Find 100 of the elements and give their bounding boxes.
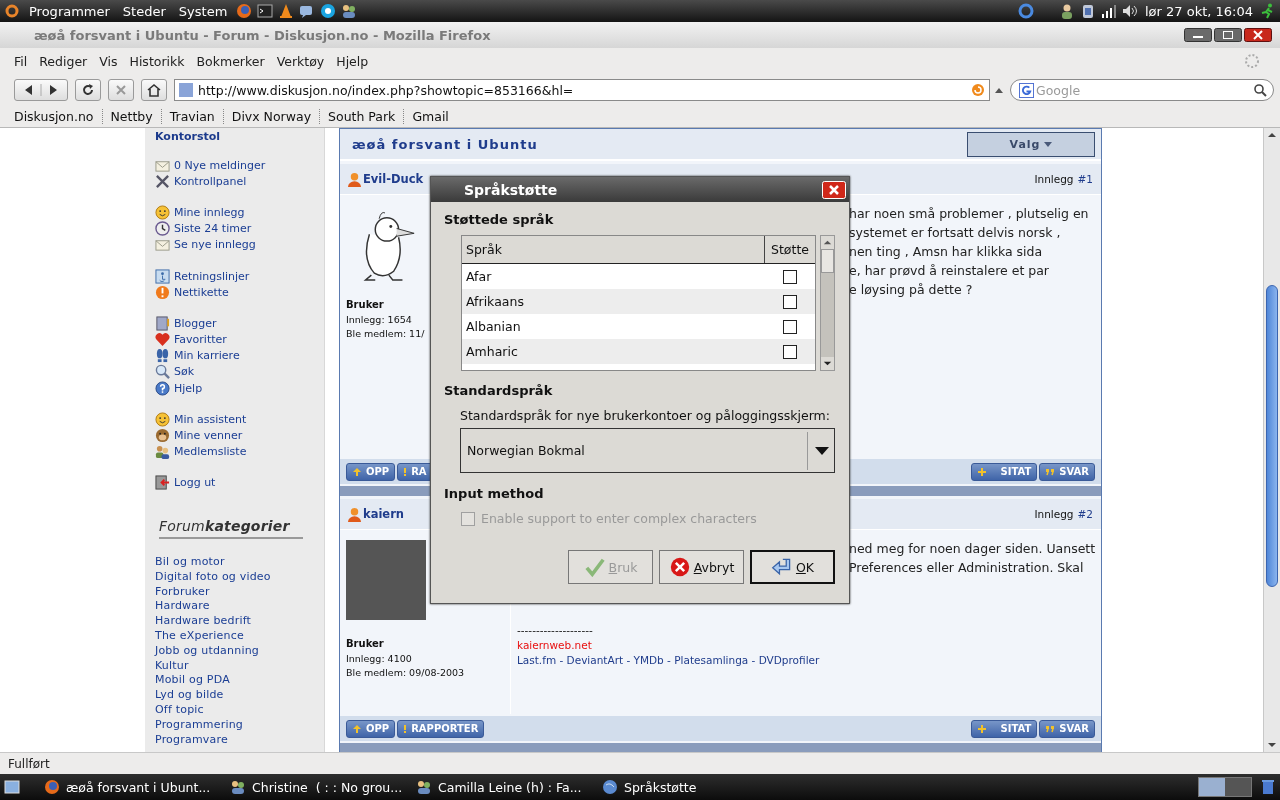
category-link[interactable]: Jobb og utdanning	[155, 643, 324, 659]
column-header[interactable]: Språk	[462, 236, 765, 263]
minimize-button[interactable]	[1184, 28, 1212, 42]
desktop-icon[interactable]	[4, 779, 20, 795]
category-link[interactable]: Kultur	[155, 658, 324, 674]
sidebar-link[interactable]: Blogger	[174, 316, 217, 330]
terminal-icon[interactable]	[257, 3, 274, 19]
post-number-link[interactable]: #2	[1077, 508, 1093, 520]
trash-icon[interactable]	[1260, 779, 1276, 795]
menu-item[interactable]: Hjelp	[330, 53, 375, 69]
scroll-down-icon[interactable]	[821, 357, 834, 370]
close-button[interactable]	[1244, 28, 1272, 42]
taskbar-item[interactable]: æøå forsvant i Ubunt...	[40, 776, 222, 798]
search-icon[interactable]	[1253, 83, 1267, 97]
category-link[interactable]: Programmering	[155, 717, 324, 733]
menu-item[interactable]: Rediger	[33, 53, 94, 69]
post-action-button[interactable]: SITAT	[971, 719, 1038, 738]
column-header[interactable]: Støtte	[765, 236, 815, 263]
sidebar-link[interactable]: Hjelp	[174, 381, 203, 395]
ok-button[interactable]: OK	[750, 550, 835, 584]
category-link[interactable]: Hardware bedrift	[155, 614, 324, 629]
post-number-link[interactable]: #1	[1077, 173, 1093, 185]
scrollbar[interactable]	[820, 235, 835, 371]
post-action-button[interactable]: SVAR	[1039, 719, 1095, 738]
search-field[interactable]: Google	[1010, 79, 1274, 101]
sidebar-link[interactable]: Kontrollpanel	[174, 174, 247, 188]
back-forward-button[interactable]	[14, 79, 68, 101]
caret-icon[interactable]	[995, 87, 1003, 93]
panel-menu[interactable]: Steder	[118, 3, 170, 19]
volume-icon[interactable]	[1121, 3, 1138, 19]
bookmark[interactable]: South Park	[320, 109, 405, 124]
post-action-button[interactable]: SITAT	[971, 462, 1038, 481]
menu-item[interactable]: Bokmerker	[190, 53, 271, 69]
scroll-thumb[interactable]	[1266, 285, 1278, 587]
menu-item[interactable]: Vis	[93, 53, 124, 69]
scroll-up-icon[interactable]	[821, 236, 834, 249]
menu-item[interactable]: Historikk	[123, 53, 191, 69]
signature-links[interactable]: Last.fm - DeviantArt - YMDb - Platesamlinga - DVDprofiler	[517, 653, 820, 668]
bookmark[interactable]: Diskusjon.no	[6, 109, 103, 124]
post-action-button[interactable]: SVAR	[1039, 462, 1095, 481]
bookmark[interactable]: Travian	[161, 109, 224, 124]
address-field[interactable]: http://www.diskusjon.no/index.php?showtopic=853166&hl=	[174, 79, 990, 101]
signature-link[interactable]: kaiernweb.net	[517, 638, 592, 653]
bookmark[interactable]: Nettby	[102, 109, 162, 124]
menu-item[interactable]: Verktøy	[270, 53, 331, 69]
sidebar-link[interactable]: Medlemsliste	[174, 445, 247, 459]
scrollbar[interactable]	[1263, 128, 1280, 752]
search-engine-icon[interactable]	[1019, 82, 1034, 98]
checkbox[interactable]	[783, 344, 797, 359]
sidebar-link[interactable]: Nettikette	[174, 285, 229, 299]
menu-item[interactable]: Fil	[8, 53, 34, 69]
category-link[interactable]: Mobil og PDA	[155, 673, 324, 689]
options-button[interactable]: Valg	[967, 131, 1095, 157]
workspace-switcher[interactable]	[1198, 777, 1252, 797]
logo-icon[interactable]	[4, 3, 20, 19]
reload-button[interactable]	[75, 79, 101, 101]
category-link[interactable]: Forbruker	[155, 584, 324, 600]
people-icon[interactable]	[341, 3, 358, 19]
scroll-thumb[interactable]	[821, 249, 834, 273]
post-action-button[interactable]: RAPPORTER	[397, 719, 485, 738]
clock[interactable]: lør 27 okt, 16:04	[1144, 3, 1253, 19]
category-link[interactable]: Digital foto og video	[155, 569, 324, 585]
sidebar-link[interactable]: Logg ut	[174, 476, 216, 490]
panel-menu[interactable]: System	[174, 3, 232, 19]
author-name[interactable]: Evil-Duck	[363, 172, 424, 186]
home-button[interactable]	[141, 79, 167, 101]
checkbox[interactable]	[783, 294, 797, 309]
cancel-button[interactable]: Avbryt	[659, 550, 744, 584]
stop-button[interactable]	[108, 79, 134, 101]
checkbox[interactable]	[783, 269, 797, 284]
globe-icon[interactable]	[236, 3, 253, 19]
author-name[interactable]: kaiern	[363, 507, 404, 521]
search-input[interactable]: Google	[1036, 82, 1251, 98]
post-action-button[interactable]: OPP	[346, 719, 396, 738]
sidebar-link[interactable]: Se nye innlegg	[174, 238, 256, 252]
checkbox[interactable]	[783, 319, 797, 334]
sidebar-link[interactable]: Søk	[174, 365, 195, 379]
sidebar-link[interactable]: Siste 24 timer	[174, 222, 252, 236]
category-link[interactable]: Off topic	[155, 702, 324, 718]
maximize-button[interactable]	[1214, 28, 1242, 42]
category-link[interactable]: Lyd og bilde	[155, 688, 324, 703]
panel-menu[interactable]: Programmer	[25, 3, 114, 19]
sidebar-link[interactable]: Min assistent	[174, 412, 247, 426]
category-link[interactable]: Programvare	[155, 732, 324, 748]
sidebar-link[interactable]: Mine venner	[174, 429, 243, 443]
bookmark[interactable]: Divx Norway	[223, 109, 321, 124]
sidebar-link[interactable]: Retningslinjer	[174, 269, 250, 283]
language-dropdown[interactable]: Norwegian Bokmal	[460, 428, 835, 473]
sidebar-link[interactable]: Mine innlegg	[174, 205, 245, 219]
bookmark[interactable]: Gmail	[404, 109, 457, 124]
taskbar-item[interactable]: Språkstøtte	[598, 776, 780, 798]
sidebar-link[interactable]: Favoritter	[174, 333, 227, 347]
sidebar-link[interactable]: 0 Nye meldinger	[174, 158, 266, 172]
category-link[interactable]: Hardware	[155, 599, 324, 615]
post-action-button[interactable]: OPP	[346, 462, 396, 481]
category-link[interactable]: Bil og motor	[155, 555, 324, 570]
taskbar-item[interactable]: Camilla Leine (h) : Fa...	[412, 776, 594, 798]
cone-icon[interactable]	[278, 3, 295, 19]
username-link[interactable]: Kontorstol	[155, 130, 324, 143]
category-link[interactable]: The eXperience	[155, 629, 324, 644]
